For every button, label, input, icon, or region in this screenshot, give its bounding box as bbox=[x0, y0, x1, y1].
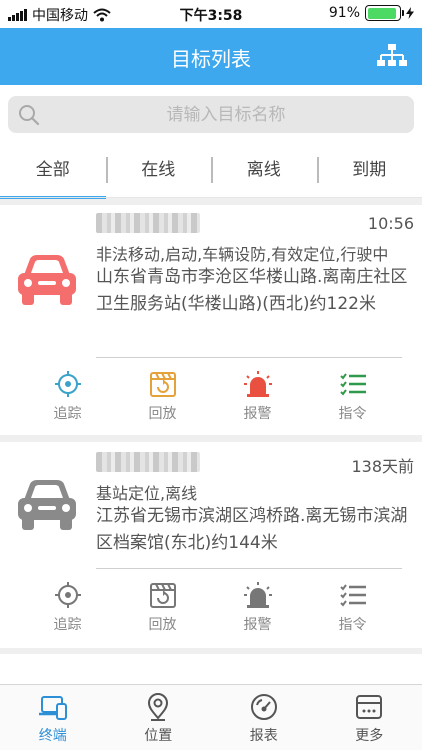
bottom-tab-bar: 终端 位置 报表 更多 bbox=[0, 684, 422, 750]
crosshair-icon bbox=[54, 582, 81, 608]
playback-icon bbox=[149, 372, 176, 397]
status-text: 基站定位,离线 bbox=[96, 484, 198, 503]
action-bar: 追踪 回放 报警 指令 bbox=[20, 369, 400, 423]
search-input[interactable] bbox=[48, 96, 404, 133]
tabbar-label-location: 位置 bbox=[144, 728, 173, 744]
more-card-icon bbox=[356, 695, 383, 719]
org-tree-icon[interactable] bbox=[376, 42, 408, 70]
nav-bar: 目标列表 bbox=[0, 28, 422, 85]
command-list-icon bbox=[339, 373, 366, 396]
search-box[interactable] bbox=[8, 96, 414, 133]
playback-label: 回放 bbox=[148, 617, 177, 633]
command-button[interactable]: 指令 bbox=[305, 580, 400, 634]
action-bar: 追踪 回放 报警 指令 bbox=[20, 580, 400, 634]
tabbar-item-report[interactable]: 报表 bbox=[211, 685, 317, 750]
command-label: 指令 bbox=[338, 406, 367, 422]
tabbar-item-terminal[interactable]: 终端 bbox=[0, 685, 106, 750]
dashboard-icon bbox=[250, 694, 277, 720]
plate-number-masked bbox=[96, 213, 200, 233]
command-button[interactable]: 指令 bbox=[305, 369, 400, 423]
target-card-offline[interactable]: 138天前 基站定位,离线 江苏省无锡市滨湖区鸿桥路.离无锡市滨湖区档案馆(东北… bbox=[0, 442, 422, 648]
playback-label: 回放 bbox=[148, 406, 177, 422]
car-online-icon bbox=[18, 255, 76, 305]
tabbar-label-terminal: 终端 bbox=[38, 728, 67, 744]
terminal-device-icon bbox=[38, 696, 67, 720]
last-update-time: 10:56 bbox=[367, 214, 414, 233]
address-text: 江苏省无锡市滨湖区鸿桥路.离无锡市滨湖区档案馆(东北)约144米 bbox=[96, 506, 408, 553]
crosshair-icon bbox=[54, 371, 81, 397]
status-bar: 中国移动 下午3:58 91% bbox=[0, 0, 422, 28]
playback-icon bbox=[149, 583, 176, 608]
tab-offline[interactable]: 离线 bbox=[211, 145, 317, 197]
tabbar-item-location[interactable]: 位置 bbox=[106, 685, 212, 750]
card-divider bbox=[96, 357, 402, 358]
battery-percent: 91% bbox=[328, 5, 360, 21]
search-bar bbox=[0, 85, 422, 145]
command-list-icon bbox=[339, 584, 366, 607]
track-button[interactable]: 追踪 bbox=[20, 580, 115, 634]
card-divider bbox=[96, 568, 402, 569]
plate-number-masked bbox=[96, 452, 200, 472]
track-label: 追踪 bbox=[53, 617, 82, 633]
target-card-partial[interactable] bbox=[0, 654, 422, 684]
tab-expired[interactable]: 到期 bbox=[316, 145, 422, 197]
last-update-time: 138天前 bbox=[351, 457, 414, 476]
search-icon bbox=[19, 105, 40, 126]
alarm-light-icon bbox=[243, 371, 272, 397]
tab-all[interactable]: 全部 bbox=[0, 145, 106, 199]
alarm-light-icon bbox=[243, 582, 272, 608]
charging-bolt-icon bbox=[406, 7, 414, 19]
tab-online[interactable]: 在线 bbox=[105, 145, 212, 197]
page-title: 目标列表 bbox=[171, 47, 251, 71]
track-button[interactable]: 追踪 bbox=[20, 369, 115, 423]
tabbar-label-more: 更多 bbox=[355, 728, 384, 744]
target-card-online[interactable]: 10:56 非法移动,启动,车辆设防,有效定位,行驶中 山东省青岛市李沧区华楼山… bbox=[0, 205, 422, 435]
battery-icon bbox=[365, 5, 404, 21]
command-label: 指令 bbox=[338, 617, 367, 633]
playback-button[interactable]: 回放 bbox=[115, 580, 210, 634]
status-text: 非法移动,启动,车辆设防,有效定位,行驶中 bbox=[96, 245, 389, 264]
track-label: 追踪 bbox=[53, 406, 82, 422]
alarm-label: 报警 bbox=[243, 406, 272, 422]
address-text: 山东省青岛市李沧区华楼山路.离南庄社区卫生服务站(华楼山路)(西北)约122米 bbox=[96, 267, 408, 314]
playback-button[interactable]: 回放 bbox=[115, 369, 210, 423]
tabbar-label-report: 报表 bbox=[249, 728, 278, 744]
location-pin-icon bbox=[148, 693, 169, 721]
alarm-button[interactable]: 报警 bbox=[210, 369, 305, 423]
alarm-label: 报警 bbox=[243, 617, 272, 633]
alarm-button[interactable]: 报警 bbox=[210, 580, 305, 634]
tabs-divider bbox=[0, 197, 422, 198]
filter-tabs: 全部 在线 离线 到期 bbox=[0, 145, 422, 199]
tabbar-item-more[interactable]: 更多 bbox=[317, 685, 422, 750]
car-offline-icon bbox=[18, 480, 76, 530]
